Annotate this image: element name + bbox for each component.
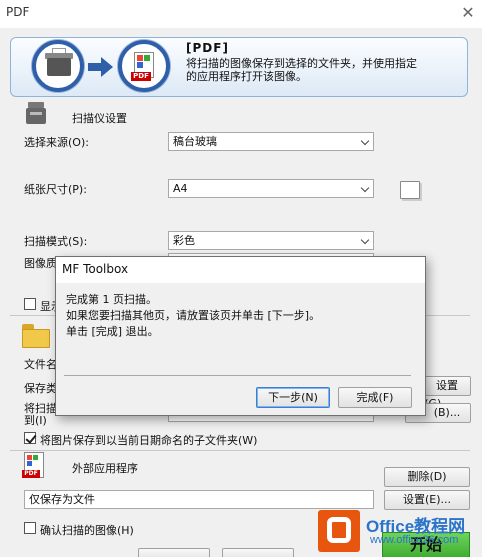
image-quality-label: 图像质: [24, 257, 57, 270]
dialog-message: 完成第 1 页扫描。 如果您要扫描其他页，请放置该页并单击 [下一步]。 单击 …: [66, 292, 406, 340]
scanner-settings-icon-stripe: [30, 112, 42, 115]
office-logo-o-shape: [327, 517, 351, 543]
pdf-color-swatch: [144, 55, 150, 61]
pdf-badge: PDF: [131, 72, 151, 81]
pdf-badge: PDF: [22, 470, 40, 478]
subfolder-checkbox[interactable]: [24, 432, 36, 444]
confirm-scan-checkbox[interactable]: [24, 522, 36, 534]
finish-button[interactable]: 完成(F): [338, 387, 412, 408]
source-select-value: 稿台玻璃: [173, 135, 217, 148]
confirm-scan-checkbox-label: 确认扫描的图像(H): [40, 524, 134, 537]
delete-button[interactable]: 删除(D): [384, 467, 470, 487]
pdf-color-swatch: [27, 455, 32, 460]
show-checkbox[interactable]: [24, 298, 36, 310]
arrow-right-icon: [88, 63, 102, 71]
dialog-message-line: 如果您要扫描其他页，请放置该页并单击 [下一步]。: [66, 309, 321, 322]
pdf-color-swatch: [137, 55, 143, 61]
pdf-color-swatch: [33, 455, 38, 460]
header-description: 将扫描的图像保存到选择的文件夹，并使用指定的应用程序打开该图像。: [186, 57, 417, 83]
folder-icon-body: [22, 329, 50, 348]
dialog-divider: [64, 375, 411, 376]
paper-size-select[interactable]: A4: [168, 179, 374, 198]
source-label: 选择来源(O):: [24, 136, 89, 149]
bottom-button-middle[interactable]: [222, 548, 294, 557]
filename-label: 文件名: [24, 358, 57, 371]
external-app-field[interactable]: 仅保存为文件: [24, 490, 374, 509]
arrow-head-shape: [101, 57, 113, 77]
chevron-down-icon: [360, 136, 370, 146]
section-divider: [10, 450, 470, 451]
window-titlebar: [0, 0, 482, 28]
close-icon[interactable]: ✕: [456, 2, 480, 24]
dialog-message-line: 完成第 1 页扫描。: [66, 293, 157, 306]
source-select[interactable]: 稿台玻璃: [168, 132, 374, 151]
external-app-title: 外部应用程序: [72, 462, 138, 475]
save-type-label: 保存类: [24, 382, 57, 395]
scanner-body-shape: [47, 58, 71, 76]
scan-mode-label: 扫描模式(S):: [24, 235, 88, 248]
paper-orientation-icon[interactable]: [400, 181, 420, 199]
scanner-settings-icon-body: [26, 108, 46, 124]
scan-mode-select-value: 彩色: [173, 234, 195, 247]
pdf-color-swatch: [27, 461, 32, 466]
browse-button-label: (B)...: [433, 406, 461, 419]
scanner-settings-title: 扫描仪设置: [72, 112, 127, 125]
chevron-down-icon: [360, 183, 370, 193]
window-title: PDF: [6, 5, 30, 19]
header-title: [PDF]: [186, 41, 229, 55]
chevron-down-icon: [360, 235, 370, 245]
paper-size-label: 纸张尺寸(P):: [24, 183, 87, 196]
scan-mode-select[interactable]: 彩色: [168, 231, 374, 250]
dialog-message-line: 单击 [完成] 退出。: [66, 325, 159, 338]
paper-size-select-value: A4: [173, 182, 188, 195]
subfolder-checkbox-label: 将图片保存到以当前日期命名的子文件夹(W): [40, 434, 258, 447]
watermark-url: www.office26.com: [370, 534, 459, 546]
bottom-button-left[interactable]: [138, 548, 210, 557]
pdf-color-swatch: [137, 62, 143, 68]
save-location-label-2: 到(I): [24, 414, 47, 427]
next-button[interactable]: 下一步(N): [256, 387, 330, 408]
app-settings-button[interactable]: 设置(E)...: [384, 490, 470, 510]
dialog-title: MF Toolbox: [62, 262, 129, 276]
